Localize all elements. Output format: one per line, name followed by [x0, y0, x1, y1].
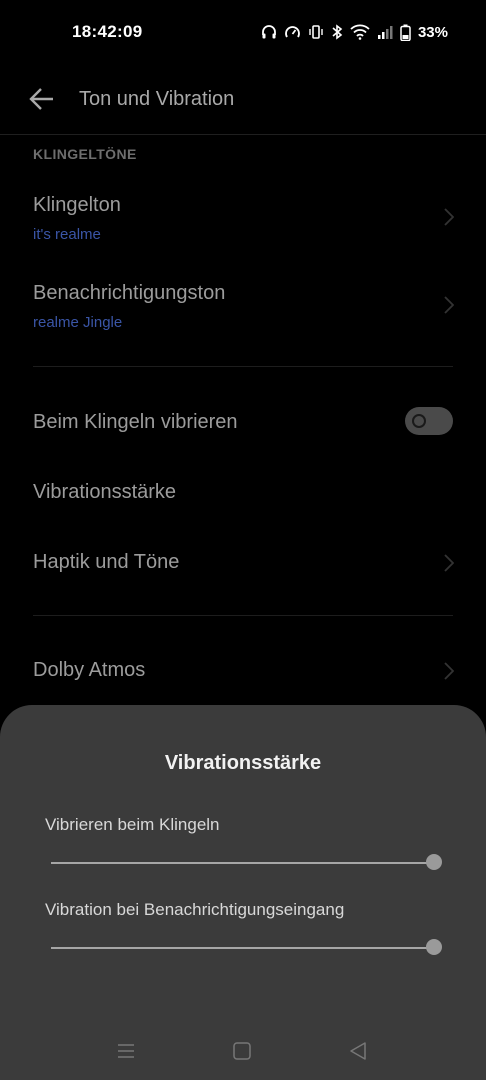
- vibrate-icon: [308, 24, 324, 40]
- back-nav-button[interactable]: [347, 1040, 369, 1062]
- haptics-item[interactable]: Haptik und Töne: [0, 535, 486, 590]
- speedometer-icon: [284, 24, 301, 41]
- vibrate-on-ring-label: Beim Klingeln vibrieren: [33, 411, 238, 433]
- notification-tone-value: realme Jingle: [33, 314, 123, 331]
- back-button[interactable]: [28, 86, 56, 112]
- back-triangle-icon: [350, 1042, 366, 1060]
- vibration-intensity-sheet: Vibrationsstärke Vibrieren beim Klingeln…: [0, 705, 486, 1080]
- ringtone-item[interactable]: Klingelton it's realme: [0, 180, 486, 255]
- notification-vibration-label: Vibration bei Benachrichtigungseingang: [45, 900, 345, 919]
- status-time: 18:42:09: [72, 22, 143, 41]
- vibration-intensity-item[interactable]: Vibrationsstärke: [0, 465, 486, 520]
- menu-button[interactable]: [115, 1040, 137, 1062]
- slider-fill: [51, 862, 434, 864]
- battery-percent: 33%: [417, 23, 448, 41]
- notification-vibration-slider[interactable]: [51, 939, 442, 955]
- status-icons: 33%: [261, 22, 448, 42]
- chevron-right-icon: [444, 208, 454, 226]
- sheet-title: Vibrationsstärke: [164, 752, 322, 774]
- battery-icon: [400, 24, 411, 41]
- slider-thumb[interactable]: [426, 939, 442, 955]
- wifi-icon: [350, 24, 370, 40]
- notification-tone-item[interactable]: Benachrichtigungston realme Jingle: [0, 268, 486, 343]
- headphones-icon: [261, 24, 277, 40]
- home-button[interactable]: [231, 1040, 253, 1062]
- vibrate-on-ring-item[interactable]: Beim Klingeln vibrieren: [0, 395, 486, 450]
- arrow-left-icon: [29, 88, 53, 110]
- notification-tone-label: Benachrichtigungston: [33, 282, 226, 304]
- haptics-label: Haptik und Töne: [33, 551, 180, 573]
- ring-vibration-slider[interactable]: [51, 854, 442, 870]
- home-icon: [233, 1042, 251, 1060]
- divider: [33, 366, 453, 367]
- page-title: Ton und Vibration: [79, 88, 235, 110]
- ring-vibration-label: Vibrieren beim Klingeln: [45, 815, 220, 834]
- section-header-ringtones: KLINGELTÖNE: [33, 146, 137, 162]
- app-bar: Ton und Vibration: [0, 64, 486, 135]
- dolby-atmos-item[interactable]: Dolby Atmos: [0, 643, 486, 698]
- vibration-intensity-label: Vibrationsstärke: [33, 481, 177, 503]
- ringtone-label: Klingelton: [33, 194, 121, 216]
- bluetooth-icon: [331, 24, 343, 40]
- chevron-right-icon: [444, 296, 454, 314]
- vibrate-on-ring-toggle[interactable]: [405, 407, 453, 435]
- status-bar: 18:42:09 33%: [0, 0, 486, 64]
- menu-icon: [118, 1044, 134, 1058]
- slider-fill: [51, 947, 434, 949]
- signal-icon: [377, 25, 393, 39]
- navigation-bar: [0, 1025, 486, 1075]
- chevron-right-icon: [444, 662, 454, 680]
- dolby-atmos-label: Dolby Atmos: [33, 659, 146, 681]
- divider: [33, 615, 453, 616]
- toggle-knob: [412, 414, 426, 428]
- chevron-right-icon: [444, 554, 454, 572]
- ringtone-value: it's realme: [33, 226, 101, 243]
- slider-thumb[interactable]: [426, 854, 442, 870]
